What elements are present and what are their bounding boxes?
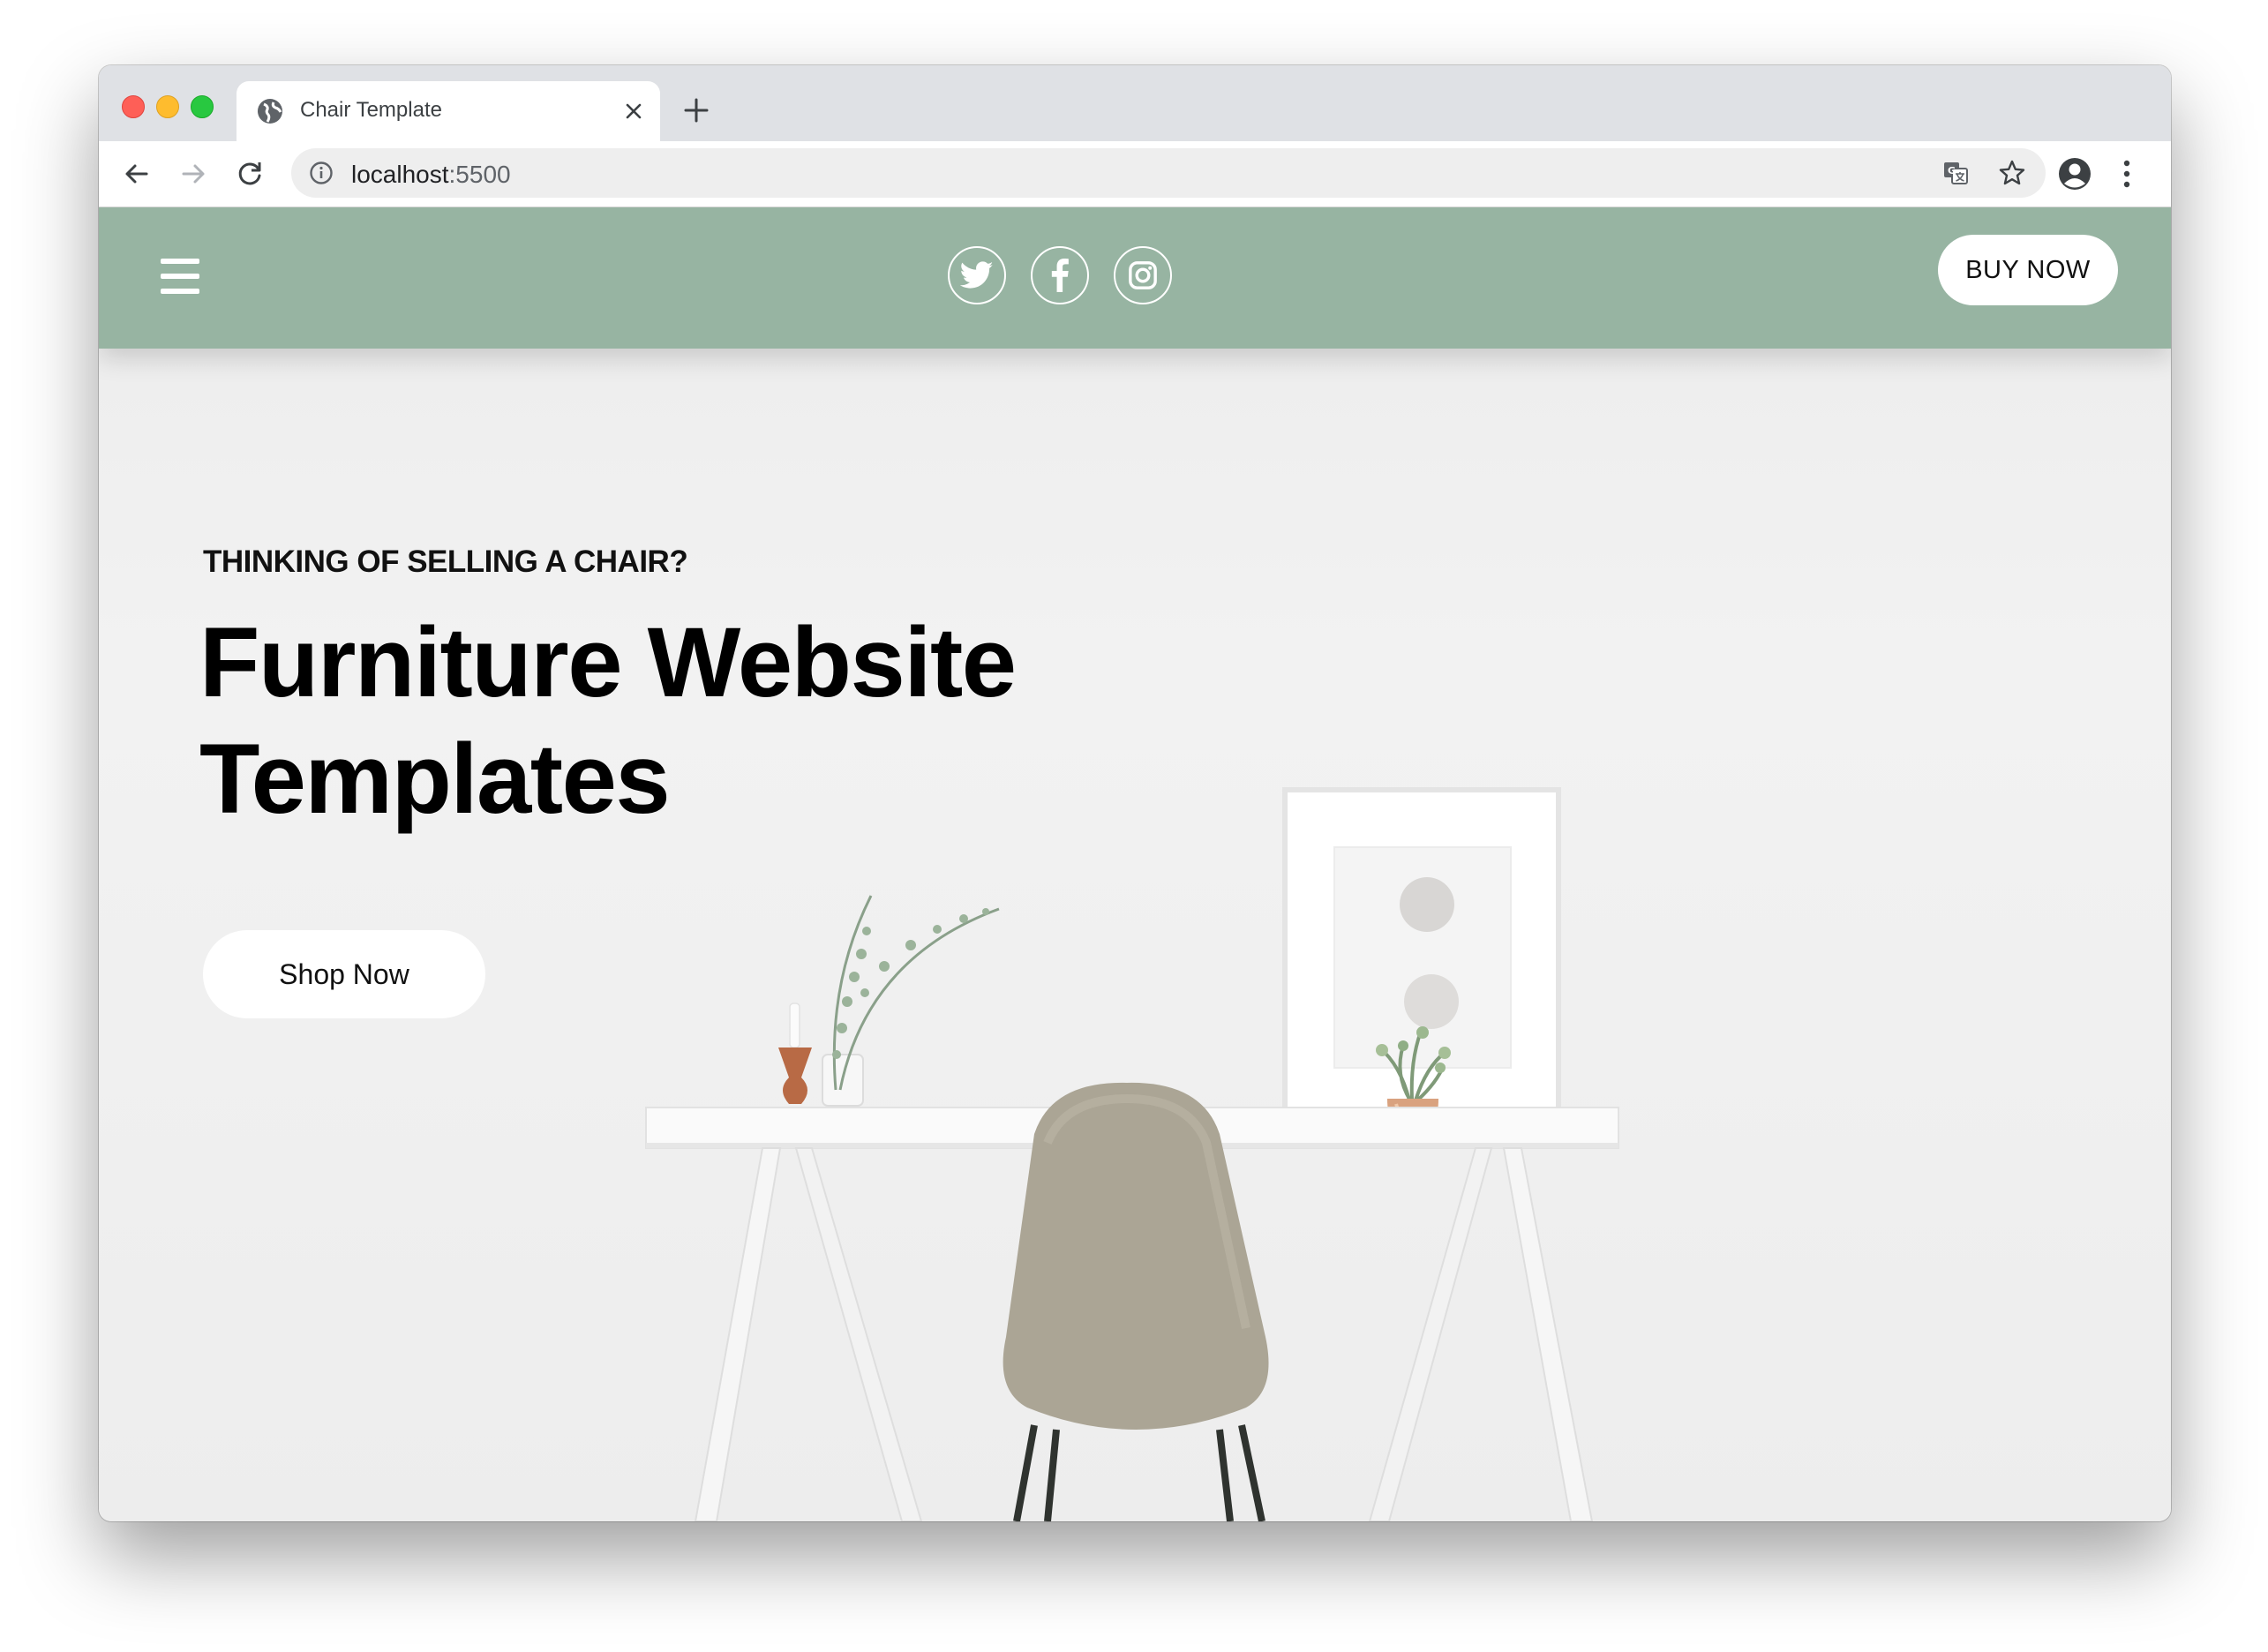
instagram-icon (1129, 261, 1157, 289)
info-icon[interactable] (309, 161, 334, 185)
tab-bar: Chair Template (99, 65, 2171, 141)
profile-avatar-icon[interactable] (2058, 157, 2092, 191)
forward-arrow-icon[interactable] (178, 159, 208, 189)
hero-background-image (645, 787, 1619, 1521)
bookmark-star-icon[interactable] (1998, 159, 2026, 187)
browser-window: Chair Template localhost:5500 G BUY NOW … (99, 65, 2171, 1521)
minimize-window-button[interactable] (156, 95, 179, 118)
url-text: localhost:5500 (351, 161, 511, 188)
artwork-circle-top (1400, 877, 1454, 932)
twitter-link[interactable] (948, 246, 1006, 304)
new-tab-icon[interactable] (683, 97, 710, 124)
address-bar[interactable]: localhost:5500 G (291, 148, 2046, 198)
facebook-icon (1051, 259, 1069, 292)
translate-icon[interactable]: G (1941, 159, 1970, 187)
browser-tab[interactable]: Chair Template (237, 81, 660, 141)
close-tab-icon[interactable] (623, 101, 644, 122)
back-arrow-icon[interactable] (122, 159, 152, 189)
facebook-link[interactable] (1031, 246, 1089, 304)
maximize-window-button[interactable] (191, 95, 214, 118)
buy-now-button[interactable]: BUY NOW (1938, 235, 2118, 305)
page-viewport: BUY NOW THINKING OF SELLING A CHAIR? Fur… (99, 207, 2171, 1521)
candle-holder (778, 1002, 812, 1104)
browser-menu-icon[interactable] (2120, 157, 2134, 191)
globe-icon (258, 99, 282, 124)
browser-toolbar: localhost:5500 G (99, 141, 2171, 207)
artwork-circle-bottom (1404, 974, 1459, 1029)
svg-text:G: G (1948, 165, 1956, 176)
hamburger-menu-icon[interactable] (161, 259, 199, 294)
tab-title: Chair Template (300, 98, 442, 122)
reload-icon[interactable] (235, 159, 265, 189)
close-window-button[interactable] (122, 95, 145, 118)
instagram-link[interactable] (1114, 246, 1172, 304)
eucalyptus-vase (822, 895, 1000, 1107)
twitter-icon (960, 261, 994, 289)
site-header: BUY NOW (99, 207, 2171, 349)
